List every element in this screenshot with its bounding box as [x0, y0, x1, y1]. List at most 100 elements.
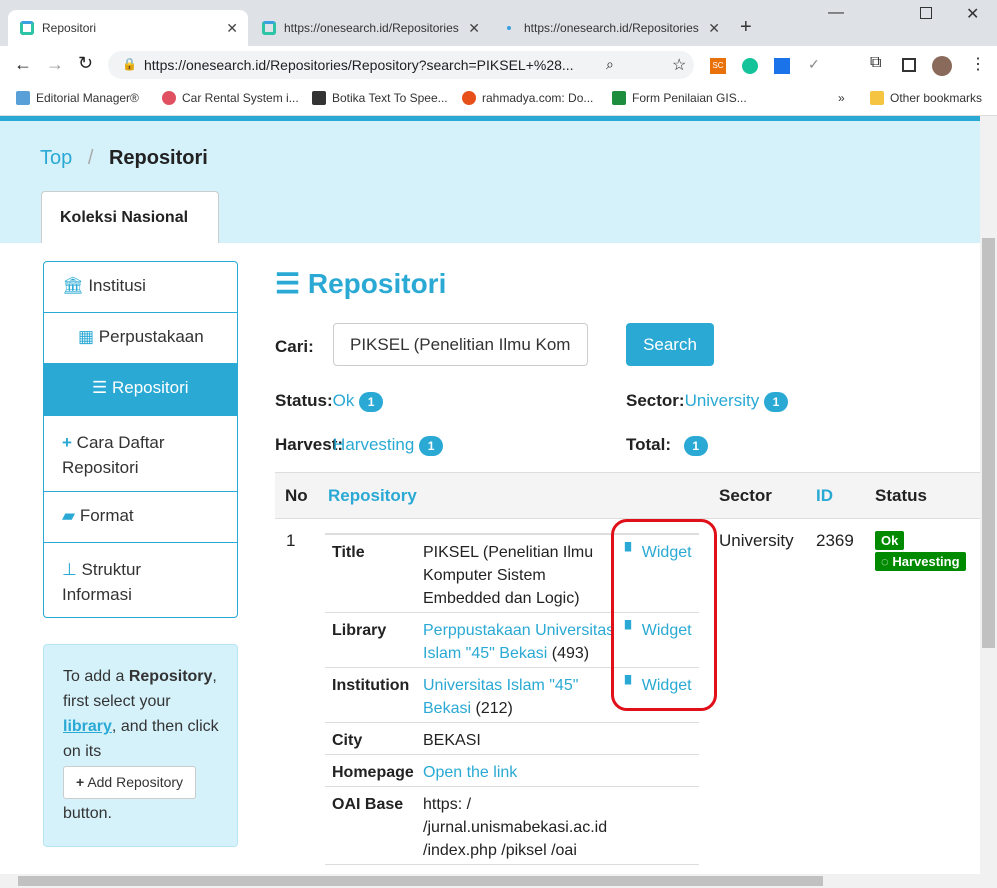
page-content: Top / Repositori Koleksi Nasional 🏛 Inst… [0, 116, 980, 874]
bookmarks-bar: Editorial Manager® Car Rental System i..… [0, 84, 997, 116]
library-link[interactable]: library [63, 718, 112, 735]
status-ok-link[interactable]: Ok [333, 391, 355, 410]
row-sector: University [719, 531, 794, 550]
sector-count-badge: 1 [763, 392, 788, 412]
tab-koleksi-nasional[interactable]: Koleksi Nasional [41, 191, 219, 243]
close-tab-icon[interactable]: ✕ [468, 20, 480, 37]
vertical-scrollbar[interactable] [980, 116, 997, 874]
close-tab-icon[interactable]: ✕ [226, 20, 238, 37]
bookmark-item[interactable]: Editorial Manager® [16, 91, 139, 105]
browser-tab-active[interactable]: Repositori ✕ [8, 10, 248, 46]
bookmark-icon [16, 91, 30, 105]
sector-filter: Sector:University 1 [626, 391, 788, 412]
loading-dot-icon [507, 26, 511, 30]
harvest-count-badge: 1 [419, 436, 444, 456]
sidebar-item-perpustakaan[interactable]: ▦ Perpustakaan [44, 313, 237, 364]
sidepanel-icon[interactable] [902, 58, 916, 72]
repository-title: PIKSEL (Penelitian Ilmu Komputer Sistem … [423, 544, 594, 607]
col-id-sort[interactable]: ID [816, 486, 833, 506]
check-icon[interactable]: ✓ [808, 56, 820, 73]
search-input[interactable] [333, 323, 588, 366]
search-button[interactable]: Search [626, 323, 714, 366]
sidebar-item-struktur[interactable]: ⊥ Struktur Informasi [44, 543, 237, 618]
avatar[interactable] [932, 56, 952, 76]
building-icon: ▦ [78, 327, 95, 346]
sidebar-item-institusi[interactable]: 🏛 Institusi [44, 262, 237, 313]
row-id: 2369 [816, 531, 854, 550]
horizontal-scroll-thumb[interactable] [18, 876, 823, 886]
grammarly-icon[interactable] [742, 58, 758, 74]
total-filter: Total: 1 [626, 435, 708, 456]
forward-icon[interactable]: → [46, 54, 64, 75]
bookmark-item[interactable]: Botika Text To Spee... [312, 91, 448, 105]
folder-icon [870, 91, 884, 105]
reload-icon[interactable]: ↻ [78, 53, 93, 74]
browser-tab[interactable]: https://onesearch.id/Repositories ✕ [490, 10, 730, 46]
other-bookmarks[interactable]: Other bookmarks [870, 91, 982, 105]
close-window-icon[interactable]: ✕ [966, 4, 979, 24]
tab-title: Repositori [42, 21, 97, 35]
detail-row-homepage: Homepage Open the link [325, 755, 699, 787]
bookmark-item[interactable]: rahmadya.com: Do... [462, 91, 593, 105]
plus-icon: + [62, 433, 72, 452]
database-icon: ☰ [275, 268, 301, 299]
new-tab-icon[interactable]: + [740, 16, 752, 39]
breadcrumb-separator: / [87, 147, 94, 169]
institution-icon: 🏛 [62, 276, 84, 295]
detail-row-city: City BEKASI [325, 723, 699, 755]
status-badges: Ok ◌ Harvesting [875, 531, 966, 571]
book-icon: ▰ [62, 506, 76, 525]
extension-s-icon[interactable] [774, 58, 790, 74]
browser-tab[interactable]: https://onesearch.id/Repositories ✕ [250, 10, 490, 46]
harvesting-link[interactable]: Harvesting [333, 435, 414, 454]
star-icon[interactable]: ☆ [672, 55, 686, 75]
col-sector: Sector [719, 486, 772, 505]
extension-sc-icon[interactable]: SC [710, 58, 726, 74]
sidebar-item-cara-daftar[interactable]: + Cara Daftar Repositori [44, 416, 237, 492]
zoom-icon[interactable]: ⌕ [606, 56, 614, 73]
menu-kebab-icon[interactable]: ⋮ [970, 54, 986, 74]
add-repository-button[interactable]: + Add Repository [63, 766, 197, 799]
sidebar-nav: 🏛 Institusi ▦ Perpustakaan ☰ Repositori … [43, 261, 238, 618]
hero-banner: Top / Repositori Koleksi Nasional [0, 121, 980, 243]
minimize-icon[interactable]: — [828, 4, 844, 22]
spinner-icon: ◌ [881, 554, 889, 569]
browser-chrome: Repositori ✕ https://onesearch.id/Reposi… [0, 0, 997, 120]
tab-title: https://onesearch.id/Repositories [284, 21, 459, 35]
shield-favicon-icon [262, 21, 276, 35]
database-icon: ☰ [92, 378, 108, 397]
bookmark-icon [312, 91, 326, 105]
horizontal-scrollbar[interactable] [0, 874, 997, 888]
breadcrumb: Top / Repositori [40, 147, 208, 170]
more-bookmarks-icon[interactable]: » [838, 91, 845, 105]
homepage-link[interactable]: Open the link [423, 761, 517, 784]
total-count-badge: 1 [683, 436, 708, 456]
status-harvesting-badge: ◌ Harvesting [875, 552, 966, 571]
back-icon[interactable]: ← [14, 54, 32, 75]
bookmark-item[interactable]: Car Rental System i... [162, 91, 299, 105]
detail-row-oai-base: OAI Base https: / /jurnal.unismabekasi.a… [325, 787, 699, 865]
help-strong: Repository [128, 668, 213, 685]
page-title: ☰ Repositori [275, 268, 447, 299]
highlight-annotation [611, 519, 717, 711]
row-no: 1 [286, 531, 296, 550]
status-filter: Status:Ok 1 [275, 391, 384, 412]
col-no: No [285, 486, 308, 505]
close-tab-icon[interactable]: ✕ [708, 20, 720, 37]
browser-toolbar: ← → ↻ 🔒 https://onesearch.id/Repositorie… [0, 46, 997, 84]
bookmark-icon [462, 91, 476, 105]
sector-university-link[interactable]: University [685, 391, 760, 410]
sidebar-item-format[interactable]: ▰ Format [44, 492, 237, 543]
col-repository-sort[interactable]: Repository [328, 486, 417, 506]
maximize-icon[interactable] [920, 7, 932, 19]
bookmark-item[interactable]: Form Penilaian GIS... [612, 91, 747, 105]
puzzle-icon[interactable]: ⧉ [870, 54, 881, 72]
harvest-filter: Harvest:Harvesting 1 [275, 435, 444, 456]
bookmark-icon [162, 91, 176, 105]
vertical-scroll-thumb[interactable] [982, 238, 995, 648]
breadcrumb-current: Repositori [108, 147, 208, 169]
tab-title: https://onesearch.id/Repositories [524, 21, 699, 35]
sidebar-item-repositori[interactable]: ☰ Repositori [44, 364, 237, 416]
breadcrumb-top-link[interactable]: Top [40, 147, 72, 169]
search-label: Cari: [275, 337, 314, 356]
